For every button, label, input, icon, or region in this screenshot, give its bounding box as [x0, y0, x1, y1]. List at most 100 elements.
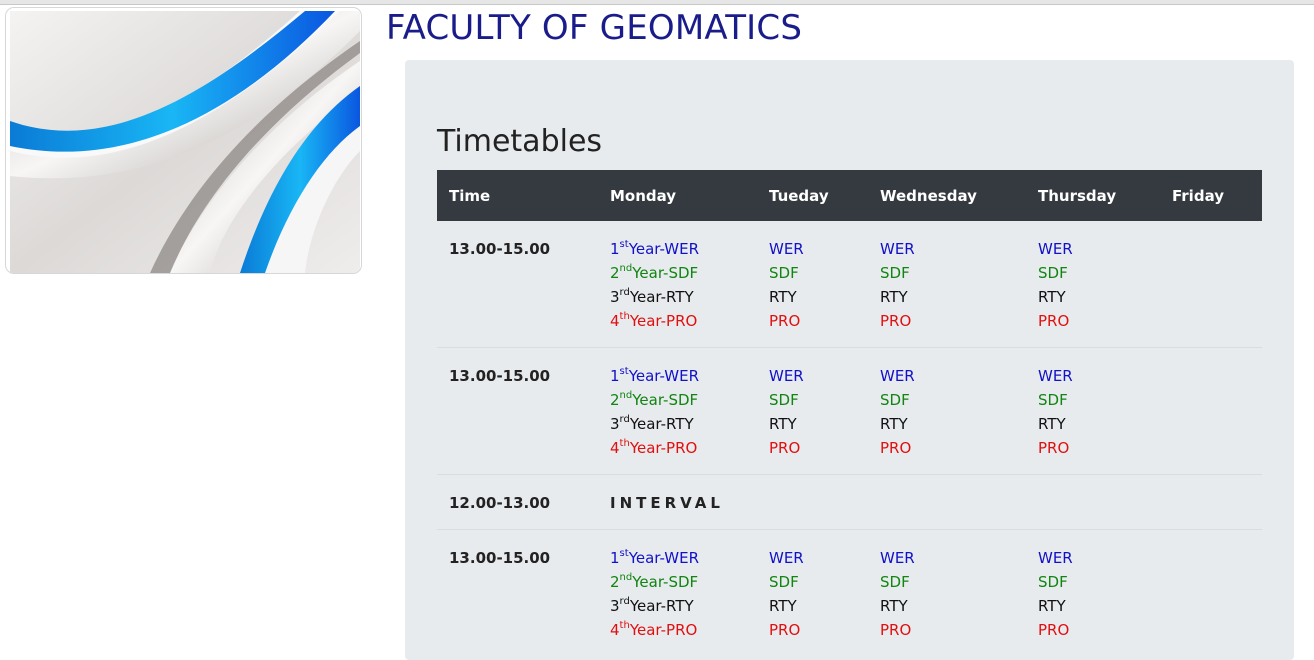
- year-course: Year-PRO: [629, 312, 698, 330]
- schedule-entry: 2ndYear-SDF: [610, 570, 757, 594]
- schedule-entry: 1stYear-WER: [610, 546, 757, 570]
- thursday-cell: WER SDF RTY PRO: [1026, 221, 1160, 348]
- course-code: PRO: [769, 439, 801, 457]
- timetable: Time Monday Tueday Wednesday Thursday Fr…: [437, 170, 1262, 656]
- schedule-entry: 3rdYear-RTY: [610, 594, 757, 618]
- course-code: PRO: [880, 312, 912, 330]
- tuesday-cell: WER SDF RTY PRO: [757, 529, 868, 656]
- course-code: PRO: [1038, 312, 1070, 330]
- course-code: WER: [769, 367, 804, 385]
- tuesday-cell: WER SDF RTY PRO: [757, 221, 868, 348]
- table-row: 13.00-15.00 1stYear-WER 2ndYear-SDF 3rdY…: [437, 347, 1262, 475]
- year-number: 1: [610, 549, 620, 567]
- course-code: WER: [769, 240, 804, 258]
- year-number: 2: [610, 573, 620, 591]
- ordinal-suffix: st: [619, 239, 629, 250]
- interval-label: INTERVAL: [598, 474, 1262, 530]
- timetables-heading: Timetables: [437, 124, 603, 159]
- ordinal-suffix: th: [619, 620, 630, 631]
- course-code: SDF: [769, 391, 799, 409]
- time-cell: 13.00-15.00: [449, 240, 551, 258]
- year-number: 2: [610, 391, 620, 409]
- year-course: Year-WER: [628, 367, 700, 385]
- schedule-entry: 4thYear-PRO: [610, 618, 757, 642]
- year-number: 3: [610, 597, 620, 615]
- year-number: 4: [610, 312, 620, 330]
- year-course: Year-SDF: [632, 264, 699, 282]
- course-code: PRO: [769, 312, 801, 330]
- year-number: 4: [610, 439, 620, 457]
- course-code: RTY: [1038, 415, 1066, 433]
- course-code: RTY: [1038, 288, 1066, 306]
- ordinal-suffix: th: [619, 438, 630, 449]
- timetable-header-row: Time Monday Tueday Wednesday Thursday Fr…: [437, 170, 1262, 221]
- ordinal-suffix: th: [619, 311, 630, 322]
- ordinal-suffix: rd: [619, 287, 630, 298]
- course-code: WER: [1038, 240, 1073, 258]
- year-number: 2: [610, 264, 620, 282]
- course-code: SDF: [769, 264, 799, 282]
- year-course: Year-PRO: [629, 621, 698, 639]
- course-code: PRO: [1038, 439, 1070, 457]
- table-row: 13.00-15.00 1stYear-WER 2ndYear-SDF 3rdY…: [437, 221, 1262, 348]
- schedule-entry: 2ndYear-SDF: [610, 261, 757, 285]
- header-monday: Monday: [598, 170, 757, 221]
- year-course: Year-RTY: [629, 597, 694, 615]
- course-code: WER: [1038, 367, 1073, 385]
- course-code: WER: [1038, 549, 1073, 567]
- year-course: Year-WER: [628, 240, 700, 258]
- schedule-entry: 1stYear-WER: [610, 237, 757, 261]
- table-row: 12.00-13.00 INTERVAL: [437, 474, 1262, 530]
- ordinal-suffix: st: [619, 548, 629, 559]
- schedule-entry: 2ndYear-SDF: [610, 388, 757, 412]
- year-course: Year-WER: [628, 549, 700, 567]
- year-course: Year-PRO: [629, 439, 698, 457]
- wednesday-cell: WER SDF RTY PRO: [868, 529, 1026, 656]
- time-cell: 13.00-15.00: [437, 347, 598, 475]
- header-thursday: Thursday: [1026, 170, 1160, 221]
- year-course: Year-RTY: [629, 288, 694, 306]
- wednesday-cell: WER SDF RTY PRO: [868, 347, 1026, 475]
- year-course: Year-RTY: [629, 415, 694, 433]
- abstract-wave-graphic: [10, 11, 360, 273]
- browser-top-border: [0, 0, 1314, 5]
- ordinal-suffix: nd: [619, 390, 633, 401]
- course-code: RTY: [1038, 597, 1066, 615]
- course-code: RTY: [769, 415, 797, 433]
- year-number: 1: [610, 240, 620, 258]
- thursday-cell: WER SDF RTY PRO: [1026, 529, 1160, 656]
- monday-cell: 1stYear-WER 2ndYear-SDF 3rdYear-RTY 4thY…: [598, 347, 757, 475]
- year-number: 3: [610, 288, 620, 306]
- year-number: 4: [610, 621, 620, 639]
- course-code: SDF: [880, 573, 910, 591]
- course-code: WER: [769, 549, 804, 567]
- ordinal-suffix: rd: [619, 414, 630, 425]
- course-code: SDF: [880, 264, 910, 282]
- course-code: WER: [880, 549, 915, 567]
- course-code: WER: [880, 367, 915, 385]
- ordinal-suffix: rd: [619, 596, 630, 607]
- thursday-cell: WER SDF RTY PRO: [1026, 347, 1160, 475]
- year-number: 1: [610, 367, 620, 385]
- course-code: PRO: [1038, 621, 1070, 639]
- ordinal-suffix: st: [619, 366, 629, 377]
- monday-cell: 1stYear-WER 2ndYear-SDF 3rdYear-RTY 4thY…: [598, 221, 757, 348]
- course-code: SDF: [1038, 264, 1068, 282]
- schedule-entry: 4thYear-PRO: [610, 309, 757, 333]
- course-code: SDF: [769, 573, 799, 591]
- schedule-entry: 3rdYear-RTY: [610, 285, 757, 309]
- course-code: RTY: [769, 288, 797, 306]
- course-code: RTY: [880, 288, 908, 306]
- header-friday: Friday: [1160, 170, 1262, 221]
- course-code: SDF: [880, 391, 910, 409]
- friday-cell: [1160, 529, 1262, 656]
- ordinal-suffix: nd: [619, 263, 633, 274]
- page-title: FACULTY OF GEOMATICS: [386, 8, 803, 48]
- course-code: RTY: [769, 597, 797, 615]
- header-tuesday: Tueday: [757, 170, 868, 221]
- time-cell: 12.00-13.00: [437, 474, 598, 530]
- schedule-entry: 3rdYear-RTY: [610, 412, 757, 436]
- monday-cell: 1stYear-WER 2ndYear-SDF 3rdYear-RTY 4thY…: [598, 529, 757, 656]
- course-code: RTY: [880, 415, 908, 433]
- header-time: Time: [437, 170, 598, 221]
